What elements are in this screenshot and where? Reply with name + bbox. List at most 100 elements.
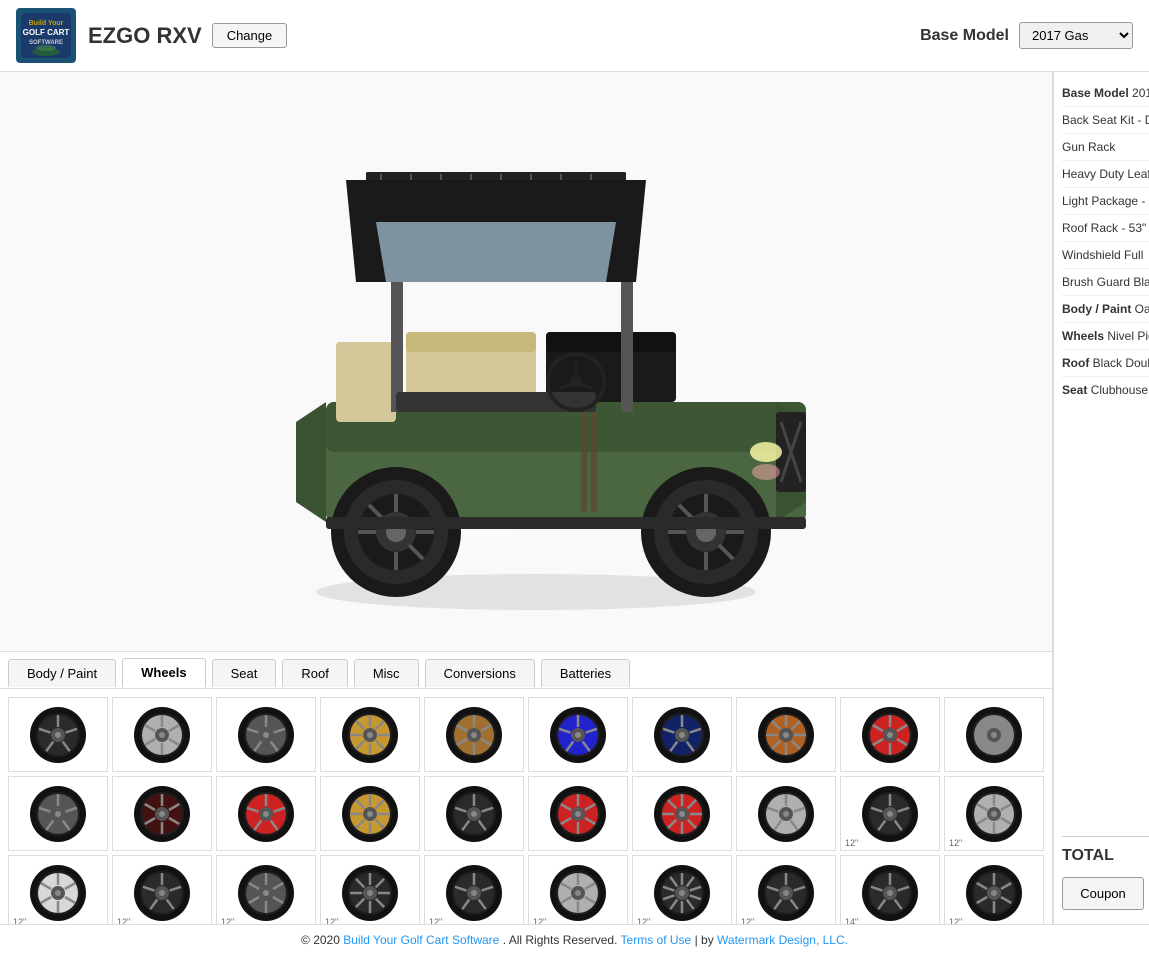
tab-body-paint[interactable]: Body / Paint <box>8 659 116 687</box>
option-name: Base Model 2017 Gas <box>1062 86 1149 100</box>
cart-image: EZGO <box>236 102 816 622</box>
wheel-item[interactable]: 12" <box>112 855 212 924</box>
wheel-item[interactable]: 12" <box>632 855 732 924</box>
option-name: Roof Rack - 53" <box>1062 221 1149 235</box>
option-name: Light Package - EZGO RXV <box>1062 194 1149 208</box>
wheel-size-label: 12" <box>949 838 962 848</box>
wheel-item[interactable] <box>216 776 316 851</box>
wheel-item[interactable] <box>112 697 212 772</box>
option-row: Light Package - EZGO RXV× <box>1062 188 1149 215</box>
option-row: Roof Rack - 53"× <box>1062 215 1149 242</box>
wheel-item[interactable]: 12" <box>528 855 628 924</box>
tab-seat[interactable]: Seat <box>212 659 277 687</box>
option-name: Body / Paint Oasis Green - EZGO <box>1062 302 1149 316</box>
option-name: Windshield Full <box>1062 248 1149 262</box>
wheel-item[interactable] <box>632 697 732 772</box>
option-row: Brush Guard Black× <box>1062 269 1149 296</box>
wheel-size-label: 12" <box>949 917 962 924</box>
option-row: Windshield Full× <box>1062 242 1149 269</box>
tab-conversions[interactable]: Conversions <box>425 659 535 687</box>
wheel-item[interactable]: 12" <box>8 855 108 924</box>
tab-roof[interactable]: Roof <box>282 659 347 687</box>
wheel-size-label: 12" <box>637 917 650 924</box>
wheel-item[interactable] <box>944 697 1044 772</box>
wheel-item[interactable] <box>632 776 732 851</box>
wheel-item[interactable] <box>424 697 524 772</box>
base-model-select[interactable]: 2017 Gas 2018 Gas 2017 Electric <box>1019 22 1133 49</box>
option-name: Back Seat Kit - DoubleTake Max 5 <box>1062 113 1149 127</box>
svg-text:GOLF CART: GOLF CART <box>23 28 70 37</box>
wheel-item[interactable]: 12" <box>736 855 836 924</box>
wheel-size-label: 12" <box>13 917 26 924</box>
option-row: Wheels Nivel Pioneer 14" - 6" Lifted× <box>1062 323 1149 350</box>
option-row: Roof Black DoubleTake - Short× <box>1062 350 1149 377</box>
logo-area: Build Your GOLF CART SOFTWARE <box>16 8 76 63</box>
copyright: © 2020 <box>301 933 340 947</box>
wheel-item[interactable]: 12" <box>944 855 1044 924</box>
wheel-item[interactable]: 12" <box>424 855 524 924</box>
wheel-item[interactable] <box>8 697 108 772</box>
tab-batteries[interactable]: Batteries <box>541 659 630 687</box>
wheel-item[interactable] <box>8 776 108 851</box>
wheel-item[interactable]: 12" <box>840 776 940 851</box>
wheel-size-label: 12" <box>845 838 858 848</box>
option-name: Gun Rack <box>1062 140 1149 154</box>
option-row: Heavy Duty Leaf Springs× <box>1062 161 1149 188</box>
wheel-item[interactable]: 12" <box>944 776 1044 851</box>
options-list: Base Model 2017 Gas$7000Back Seat Kit - … <box>1062 80 1149 832</box>
wheel-size-label: 12" <box>741 917 754 924</box>
wheel-size-label: 14" <box>845 917 858 924</box>
wheel-size-label: 12" <box>221 917 234 924</box>
wheel-item[interactable] <box>736 697 836 772</box>
wheel-item[interactable] <box>528 776 628 851</box>
option-name: Roof Black DoubleTake - Short <box>1062 356 1149 370</box>
wheel-size-label: 12" <box>533 917 546 924</box>
wheel-item[interactable]: 14" <box>840 855 940 924</box>
wheel-item[interactable] <box>320 697 420 772</box>
footer-link-terms[interactable]: Terms of Use <box>621 933 692 947</box>
wheel-item[interactable] <box>840 697 940 772</box>
wheel-item[interactable] <box>112 776 212 851</box>
option-name: Heavy Duty Leaf Springs <box>1062 167 1149 181</box>
wheel-item[interactable] <box>736 776 836 851</box>
left-panel: EZGO Body / Paint Wheels Seat Roof Misc … <box>0 72 1053 924</box>
page-title: EZGO RXV <box>88 23 202 49</box>
wheel-item[interactable] <box>424 776 524 851</box>
change-button[interactable]: Change <box>212 23 288 48</box>
wheels-grid: 12"12"12"12"12"12"12"12"12"12"14"12"14"1… <box>0 689 1053 924</box>
option-row: Seat Clubhouse SND/BLK DoubleTake× <box>1062 377 1149 403</box>
wheel-item[interactable] <box>216 697 316 772</box>
footer-link-build[interactable]: Build Your Golf Cart Software <box>343 933 499 947</box>
footer-pipe: | by <box>695 933 714 947</box>
wheel-item[interactable] <box>528 697 628 772</box>
total-row: TOTAL $7000 <box>1062 836 1149 871</box>
tab-wheels[interactable]: Wheels <box>122 658 206 688</box>
wheel-item[interactable]: 12" <box>216 855 316 924</box>
right-panel: Base Model 2017 Gas$7000Back Seat Kit - … <box>1053 72 1149 924</box>
wheel-size-label: 12" <box>429 917 442 924</box>
action-buttons: Coupon Reset Save <box>1062 871 1149 916</box>
tab-misc[interactable]: Misc <box>354 659 419 687</box>
svg-text:EZGO: EZGO <box>466 529 511 546</box>
footer-reserved: . All Rights Reserved. <box>503 933 618 947</box>
coupon-button[interactable]: Coupon <box>1062 877 1144 910</box>
wheel-size-label: 12" <box>117 917 130 924</box>
option-name: Wheels Nivel Pioneer 14" - 6" Lifted <box>1062 329 1149 343</box>
total-label: TOTAL <box>1062 847 1114 865</box>
wheel-size-label: 12" <box>325 917 338 924</box>
option-row: Body / Paint Oasis Green - EZGO× <box>1062 296 1149 323</box>
wheel-item[interactable] <box>320 776 420 851</box>
option-name: Seat Clubhouse SND/BLK DoubleTake <box>1062 383 1149 397</box>
main-content: EZGO Body / Paint Wheels Seat Roof Misc … <box>0 72 1149 924</box>
option-row: Base Model 2017 Gas$7000 <box>1062 80 1149 107</box>
header: Build Your GOLF CART SOFTWARE EZGO RXV C… <box>0 0 1149 72</box>
footer-link-watermark[interactable]: Watermark Design, LLC. <box>717 933 848 947</box>
option-row: Back Seat Kit - DoubleTake Max 5× <box>1062 107 1149 134</box>
wheel-item[interactable]: 12" <box>320 855 420 924</box>
option-row: Gun Rack× <box>1062 134 1149 161</box>
tabs-bar: Body / Paint Wheels Seat Roof Misc Conve… <box>0 652 1053 689</box>
base-model-area: Base Model 2017 Gas 2018 Gas 2017 Electr… <box>920 22 1133 49</box>
cart-image-area: EZGO <box>0 72 1053 652</box>
footer: © 2020 Build Your Golf Cart Software . A… <box>0 924 1149 955</box>
logo-image: Build Your GOLF CART SOFTWARE <box>16 8 76 63</box>
